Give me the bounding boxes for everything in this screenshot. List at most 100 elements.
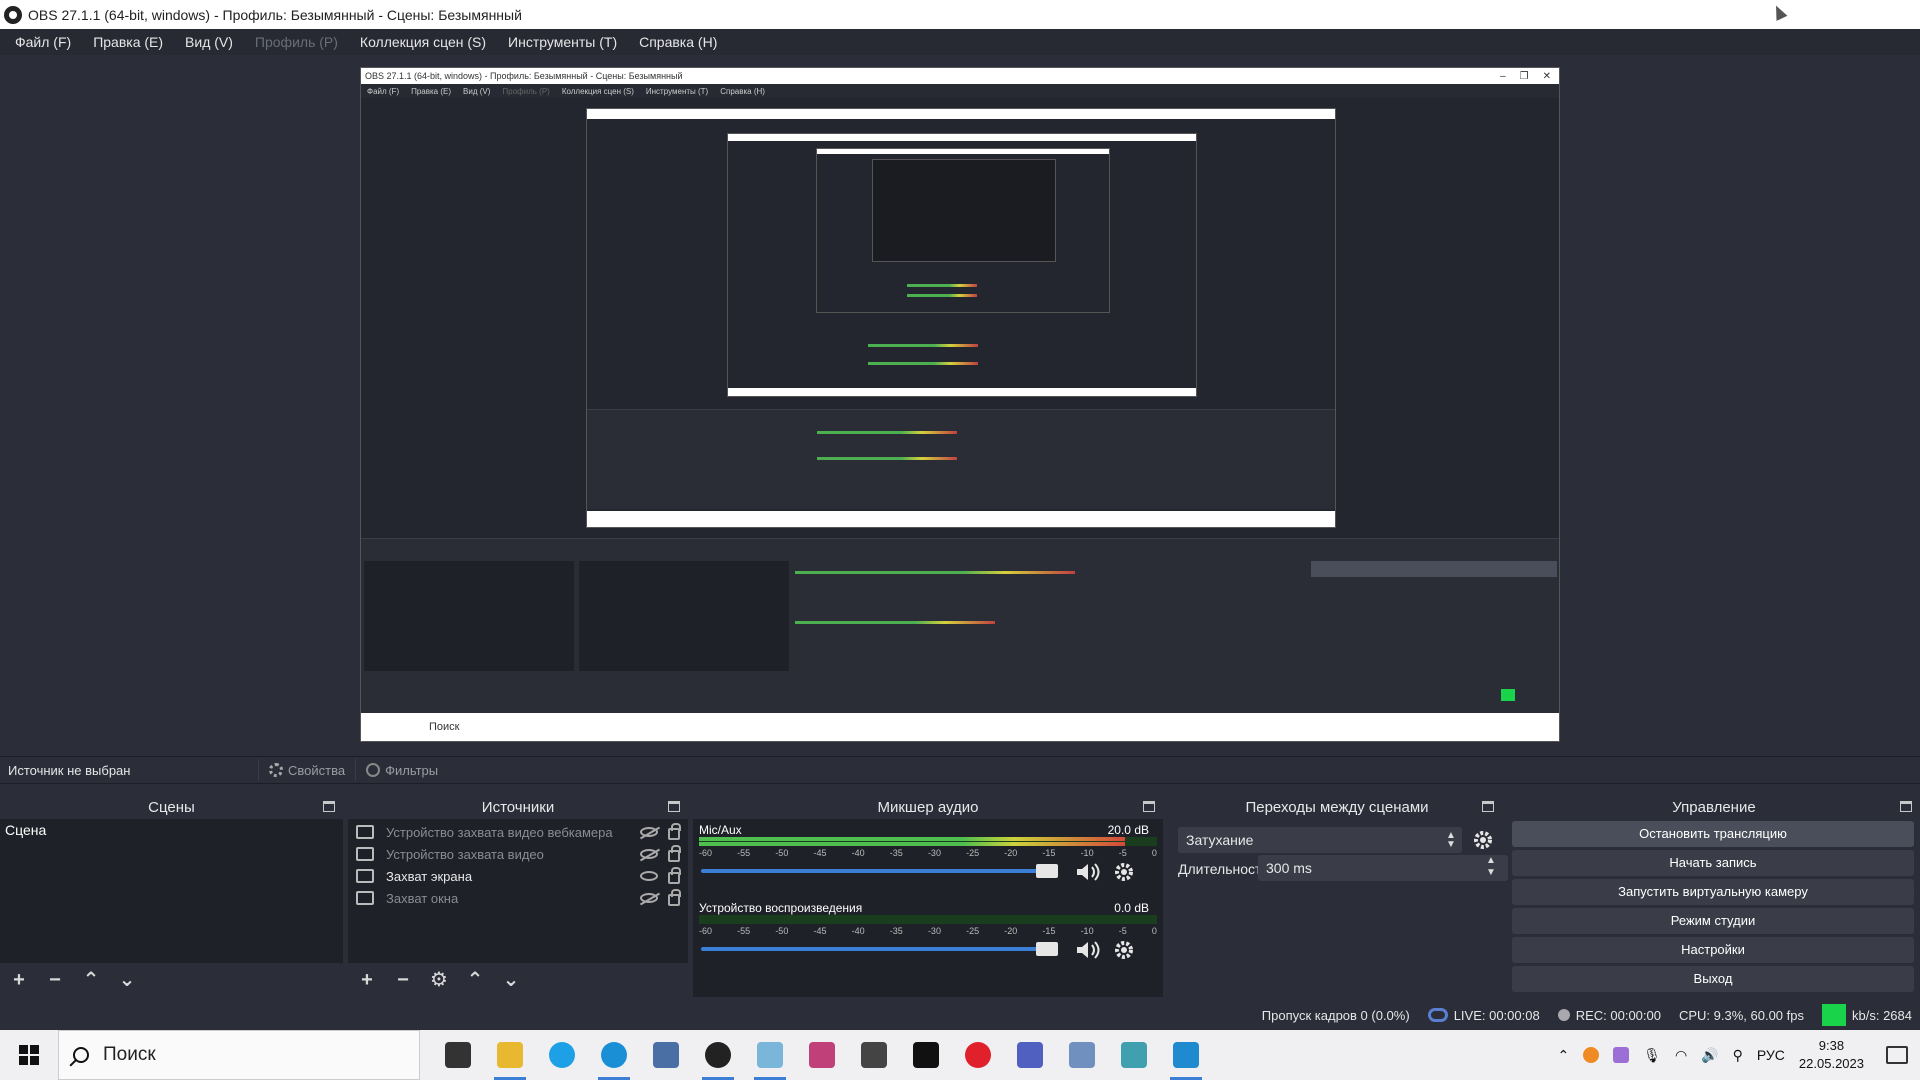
undock-icon[interactable] [1900,801,1912,812]
taskbar-app[interactable] [536,1030,588,1080]
nested-menu-tools: Инструменты (T) [645,86,709,96]
volume-slider[interactable] [701,942,1058,956]
slider-knob[interactable] [1035,864,1058,878]
menu-edit[interactable]: Правка (E) [82,34,174,50]
exit-button[interactable]: Выход [1512,966,1914,992]
taskbar-app[interactable] [640,1030,692,1080]
taskbar-app[interactable] [1160,1030,1212,1080]
add-source-icon[interactable]: + [358,970,376,990]
source-row[interactable]: Захват экрана [348,865,688,887]
taskbar-app[interactable] [692,1030,744,1080]
volume-icon[interactable]: 🔊 [1701,1047,1718,1064]
filters-button[interactable]: Фильтры [355,759,448,781]
start-virtual-camera-button[interactable]: Запустить виртуальную камеру [1512,879,1914,905]
nested-meter-3b [868,362,978,365]
eye-hidden-icon[interactable] [640,849,658,859]
stop-streaming-button[interactable]: Остановить трансляцию [1512,821,1914,847]
source-row[interactable]: Захват окна [348,887,688,909]
taskbar-app[interactable] [848,1030,900,1080]
menu-file[interactable]: Файл (F) [4,34,82,50]
taskbar-app[interactable] [432,1030,484,1080]
move-down-icon[interactable]: ⌄ [118,970,136,990]
scale-tick-label: -35 [889,926,903,936]
microphone-icon[interactable]: 🎙 [1643,1047,1661,1064]
taskbar-app[interactable] [1056,1030,1108,1080]
speaker-icon[interactable] [1075,939,1103,961]
language-indicator[interactable]: РУС [1757,1047,1785,1063]
taskbar-app[interactable] [952,1030,1004,1080]
properties-button[interactable]: Свойства [258,759,355,781]
duration-input[interactable]: 300 ms [1258,855,1508,881]
remove-scene-icon[interactable]: − [46,970,64,990]
source-row[interactable]: Устройство захвата видео вебкамера [348,821,688,843]
scale-tick-label: -55 [737,926,751,936]
bitrate-status: kb/s: 2684 [1822,1004,1912,1026]
lock-icon[interactable] [668,889,681,906]
scale-tick-label: -20 [1004,926,1018,936]
taskbar-app[interactable] [744,1030,796,1080]
menu-tools[interactable]: Инструменты (T) [497,34,628,50]
taskbar-app[interactable] [1004,1030,1056,1080]
network-icon[interactable]: ⚲ [1733,1047,1743,1064]
start-button[interactable] [0,1030,58,1080]
volume-slider[interactable] [701,864,1058,878]
menu-view[interactable]: Вид (V) [174,34,244,50]
studio-mode-button[interactable]: Режим студии [1512,908,1914,934]
transitions-dock: Переходы между сценами Затухание ▲ ▼ Длит… [1172,795,1508,997]
gear-icon[interactable] [1113,939,1135,961]
slider-knob[interactable] [1035,942,1058,956]
nested-obs-window-3 [727,133,1197,397]
source-row[interactable]: Устройство захвата видео [348,843,688,865]
move-up-icon[interactable]: ⌃ [82,970,100,990]
nested-menu-profile: Профиль (P) [502,86,550,96]
chevron-up-icon[interactable]: ⌃ [1557,1047,1569,1064]
move-up-icon[interactable]: ⌃ [466,970,484,990]
transition-select[interactable]: Затухание ▲ ▼ [1178,827,1462,853]
menu-scene-collection[interactable]: Коллекция сцен (S) [349,34,497,50]
menu-profile: Профиль (P) [254,34,338,50]
speaker-icon[interactable] [1075,861,1103,883]
duration-spinner-icon[interactable]: ▲ ▼ [1486,855,1496,879]
scenes-list: Сцена [0,819,343,963]
clock[interactable]: 9:38 22.05.2023 [1799,1037,1864,1073]
taskbar-app[interactable] [484,1030,536,1080]
preview-area[interactable]: OBS 27.1.1 (64-bit, windows) - Профиль: … [0,55,1920,743]
wifi-icon[interactable]: ◠ [1675,1047,1687,1064]
scenes-dock-header: Сцены [0,795,343,819]
eye-hidden-icon[interactable] [640,893,658,903]
start-recording-button[interactable]: Начать запись [1512,850,1914,876]
preview-canvas[interactable]: OBS 27.1.1 (64-bit, windows) - Профиль: … [360,67,1560,742]
meter-fill [699,837,1125,841]
nested-meter-4b [907,294,977,297]
lock-icon[interactable] [668,867,681,884]
menu-help[interactable]: Справка (H) [628,34,728,50]
gear-icon[interactable] [1472,829,1494,851]
eye-icon[interactable] [640,871,658,881]
settings-button[interactable]: Настройки [1512,937,1914,963]
avast-icon[interactable] [1583,1047,1600,1063]
settings-gear-icon[interactable]: ⚙ [430,970,448,990]
add-scene-icon[interactable]: + [10,970,28,990]
undock-icon[interactable] [668,801,680,812]
lock-icon[interactable] [668,845,681,862]
undock-icon[interactable] [323,801,335,812]
scale-tick-label: -40 [851,926,865,936]
scene-item[interactable]: Сцена [0,819,343,841]
taskbar-app[interactable] [1108,1030,1160,1080]
undock-icon[interactable] [1143,801,1155,812]
taskbar-app[interactable] [900,1030,952,1080]
gear-icon[interactable] [1113,861,1135,883]
sources-dock-header: Источники [348,795,688,819]
notifications-icon[interactable] [1886,1046,1908,1064]
sources-dock: Источники Устройство захвата видео вебка… [348,795,688,997]
move-down-icon[interactable]: ⌄ [502,970,520,990]
lock-icon[interactable] [668,823,681,840]
clock-date: 22.05.2023 [1798,1056,1864,1071]
eye-hidden-icon[interactable] [640,827,658,837]
taskbar-app[interactable] [796,1030,848,1080]
remove-source-icon[interactable]: − [394,970,412,990]
undock-icon[interactable] [1482,801,1494,812]
taskbar-app[interactable] [588,1030,640,1080]
pen-tray-icon[interactable] [1613,1047,1630,1063]
taskbar-search[interactable]: Поиск [58,1030,420,1080]
